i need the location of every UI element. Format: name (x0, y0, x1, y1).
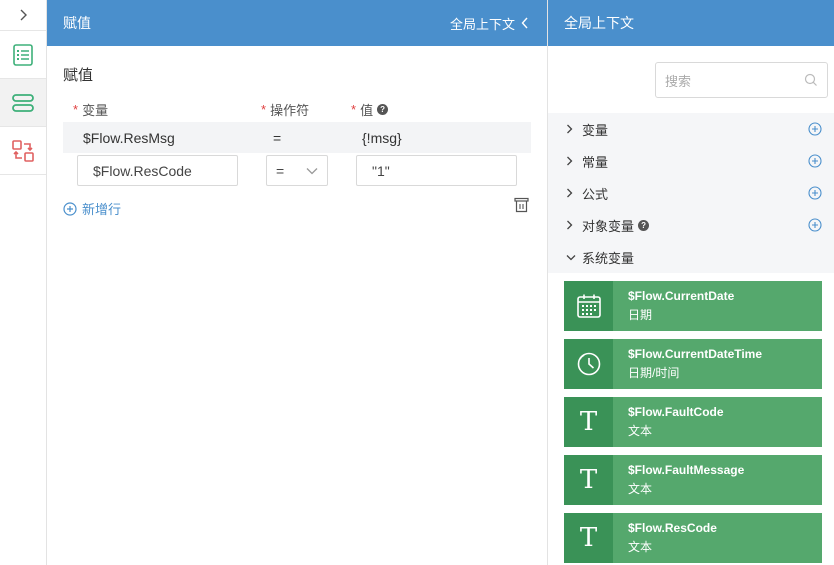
delete-row-button[interactable] (514, 197, 529, 216)
column-operator-label: 操作符 (270, 103, 310, 118)
global-context-title: 全局上下文 (564, 15, 634, 31)
column-value-label: 值 (360, 103, 374, 118)
global-context-header: 全局上下文 (548, 0, 834, 46)
row-value: {!msg} (362, 130, 402, 146)
tree-item-label: 对象变量 (582, 218, 635, 234)
calendar-icon (564, 281, 613, 331)
swap-icon (12, 139, 34, 162)
clock-icon (564, 339, 613, 389)
row-operator: = (273, 130, 282, 146)
system-variable-card[interactable]: T $Flow.FaultMessage 文本 (564, 455, 822, 505)
assignment-row-editing: $Flow.ResCode = "1" (63, 155, 531, 187)
value-input-value: "1" (372, 162, 390, 179)
tree-item-object-variables[interactable]: 对象变量 ? (548, 209, 834, 241)
search-icon (804, 73, 817, 86)
column-variable: * 变量 (73, 100, 108, 119)
context-tree: 变量 常量 公式 对象变量 ? 系统变量 (548, 113, 834, 273)
plus-circle-icon (63, 201, 77, 216)
panel-title: 赋值 (63, 15, 91, 31)
tree-item-label: 变量 (582, 122, 609, 138)
system-variable-name: $Flow.ResCode (628, 521, 717, 535)
expand-rail-button[interactable] (0, 0, 46, 31)
global-context-panel: 全局上下文 搜索 变量 常量 公式 对象变量 ? 系统变量 $Flow.Curr… (548, 0, 834, 565)
section-title: 赋值 (63, 67, 94, 84)
system-variable-name: $Flow.FaultCode (628, 405, 724, 419)
variable-input-value: $Flow.ResCode (93, 162, 192, 179)
system-variable-card[interactable]: T $Flow.ResCode 文本 (564, 513, 822, 563)
column-variable-label: 变量 (82, 103, 109, 118)
variable-input[interactable]: $Flow.ResCode (77, 155, 238, 186)
value-input[interactable]: "1" (356, 155, 517, 186)
tree-item-label: 常量 (582, 154, 609, 170)
search-input[interactable]: 搜索 (655, 62, 828, 98)
global-context-label: 全局上下文 (449, 16, 515, 32)
assignment-icon (12, 93, 34, 112)
text-icon: T (564, 513, 613, 563)
system-variable-type: 文本 (628, 482, 653, 496)
chevron-down-icon (306, 167, 318, 174)
system-variable-card[interactable]: $Flow.CurrentDate 日期 (564, 281, 822, 331)
add-object-variable-icon[interactable] (808, 218, 822, 232)
add-row-label: 新增行 (82, 202, 122, 217)
list-icon (13, 43, 33, 66)
tree-item-constants[interactable]: 常量 (548, 145, 834, 177)
system-variable-card[interactable]: $Flow.CurrentDateTime 日期/时间 (564, 339, 822, 389)
required-mark: * (261, 102, 267, 117)
tree-item-variables[interactable]: 变量 (548, 113, 834, 145)
assignment-panel: 赋值 全局上下文 赋值 * 变量 * 操作符 * 值 ? $Flow.ResMs… (47, 0, 548, 565)
add-constant-icon[interactable] (808, 154, 822, 168)
system-variable-name: $Flow.FaultMessage (628, 463, 745, 477)
add-formula-icon[interactable] (808, 186, 822, 200)
chevron-right-icon (20, 9, 27, 21)
rail-list-button[interactable] (0, 31, 46, 79)
system-variable-card[interactable]: T $Flow.FaultCode 文本 (564, 397, 822, 447)
required-mark: * (73, 102, 79, 117)
column-operator: * 操作符 (261, 100, 309, 119)
text-icon: T (564, 455, 613, 505)
chevron-right-icon (567, 156, 573, 166)
system-variable-name: $Flow.CurrentDate (628, 289, 735, 303)
system-variable-name: $Flow.CurrentDateTime (628, 347, 763, 361)
rail-switch-button[interactable] (0, 127, 46, 175)
tree-item-formulas[interactable]: 公式 (548, 177, 834, 209)
operator-select[interactable]: = (266, 155, 328, 186)
global-context-toggle[interactable]: 全局上下文 (450, 14, 529, 33)
system-variable-type: 日期 (628, 308, 653, 322)
left-rail (0, 0, 47, 565)
column-value: * 值 ? (351, 100, 389, 119)
flow-editor: 赋值 全局上下文 赋值 * 变量 * 操作符 * 值 ? $Flow.ResMs… (0, 0, 834, 565)
system-variable-type: 日期/时间 (628, 366, 680, 380)
system-variable-type: 文本 (628, 540, 653, 554)
help-icon[interactable]: ? (377, 104, 389, 115)
add-variable-icon[interactable] (808, 122, 822, 136)
add-row-button[interactable]: 新增行 (63, 199, 121, 218)
chevron-down-icon (566, 254, 576, 260)
tree-item-label: 公式 (582, 186, 609, 202)
assignment-header: 赋值 全局上下文 (47, 0, 547, 46)
search-placeholder: 搜索 (665, 73, 692, 89)
tree-item-label: 系统变量 (582, 250, 635, 266)
chevron-right-icon (567, 188, 573, 198)
required-mark: * (351, 102, 357, 117)
chevron-right-icon (567, 124, 573, 134)
operator-select-value: = (276, 162, 285, 179)
system-variable-type: 文本 (628, 424, 653, 438)
trash-icon (514, 197, 529, 213)
tree-item-system-variables[interactable]: 系统变量 (548, 241, 834, 273)
row-variable: $Flow.ResMsg (83, 130, 175, 146)
chevron-right-icon (567, 220, 573, 230)
assignment-row[interactable]: $Flow.ResMsg = {!msg} (63, 122, 531, 153)
chevron-left-icon (521, 17, 528, 29)
rail-assign-button[interactable] (0, 79, 46, 127)
help-icon[interactable]: ? (638, 219, 650, 231)
text-icon: T (564, 397, 613, 447)
